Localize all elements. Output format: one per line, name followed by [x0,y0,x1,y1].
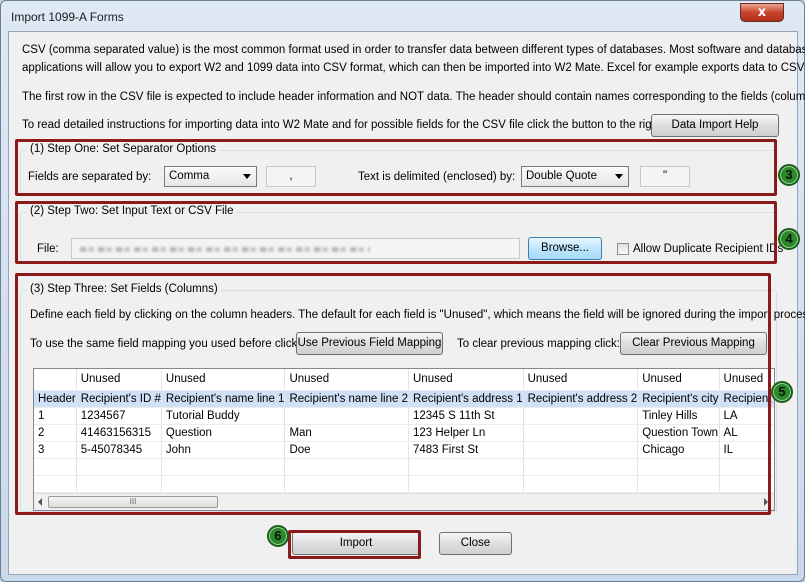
intro-line-1: CSV (comma separated value) is the most … [22,44,805,56]
annotation-box-step-three [15,273,771,515]
intro-line-4: To read detailed instructions for import… [22,119,668,131]
intro-line-2: applications will allow you to export W2… [22,62,805,74]
window-close-button[interactable]: x [740,3,784,22]
intro-line-3: The first row in the CSV file is expecte… [22,91,805,103]
annotation-badge-4: 4 [778,228,800,250]
import-dialog-window: Import 1099-A Forms x CSV (comma separat… [0,0,805,582]
annotation-box-import [288,530,421,559]
annotation-badge-5: 5 [771,381,793,403]
annotation-badge-3: 3 [778,164,800,186]
annotation-box-step-two [15,201,777,264]
window-title: Import 1099-A Forms [11,10,124,24]
data-import-help-button[interactable]: Data Import Help [651,114,779,137]
annotation-badge-6: 6 [267,525,289,547]
close-button[interactable]: Close [439,532,512,555]
annotation-box-step-one [15,139,777,196]
title-bar[interactable]: Import 1099-A Forms x [1,1,804,31]
